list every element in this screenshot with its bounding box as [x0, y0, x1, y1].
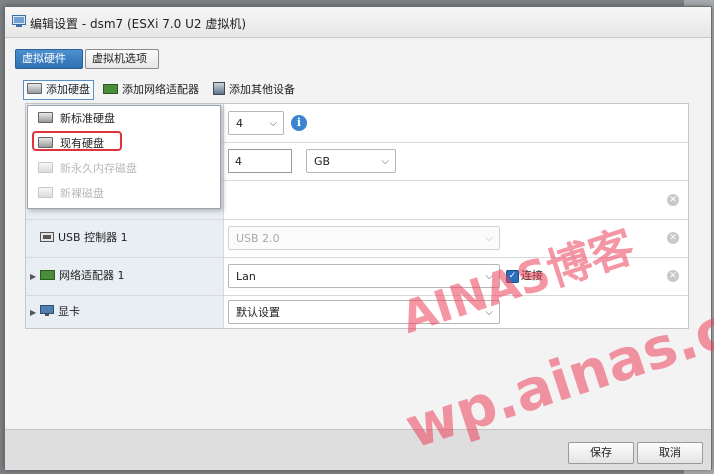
disk-icon [27, 83, 42, 94]
disk-icon [38, 187, 53, 198]
video-card-row: ▶ 显卡 默认设置 ⌵ [26, 296, 688, 328]
dialog-title: 编辑设置 - dsm7 (ESXi 7.0 U2 虚拟机) [30, 17, 247, 31]
chevron-down-icon: ⌵ [485, 233, 493, 244]
remove-icon[interactable]: ✕ [667, 194, 679, 206]
expand-caret-icon[interactable]: ▶ [30, 272, 36, 281]
cpu-value: 4 [236, 117, 243, 130]
memory-unit: GB [314, 155, 331, 168]
add-other-label: 添加其他设备 [229, 83, 295, 96]
memory-input[interactable]: 4 [228, 149, 292, 173]
menu-item-new-standard-disk[interactable]: 新标准硬盘 [28, 106, 218, 131]
network-icon [40, 270, 55, 280]
row-label-cell: USB 控制器 1 [26, 220, 224, 257]
tab-vm-options[interactable]: 虚拟机选项 [85, 49, 159, 69]
network-label-text: 网络适配器 1 [59, 269, 125, 282]
add-network-label: 添加网络适配器 [122, 83, 199, 96]
usb-type-select: USB 2.0 ⌵ [228, 226, 500, 250]
menu-item-label: 新永久内存磁盘 [60, 162, 137, 175]
video-value: 默认设置 [236, 306, 280, 319]
menu-item-label: 新标准硬盘 [60, 112, 115, 125]
video-card-label: 显卡 [40, 296, 80, 328]
add-disk-menu: 新标准硬盘 现有硬盘 新永久内存磁盘 新裸磁盘 [27, 105, 221, 209]
usb-value: USB 2.0 [236, 232, 280, 245]
menu-item-label: 新裸磁盘 [60, 187, 104, 200]
monitor-icon [40, 305, 54, 316]
chevron-down-icon: ⌵ [269, 118, 277, 129]
add-disk-button[interactable]: 添加硬盘 [23, 80, 94, 100]
video-label-text: 显卡 [58, 305, 80, 318]
network-icon [103, 84, 118, 94]
cancel-button[interactable]: 取消 [637, 442, 703, 464]
row-label-cell: ▶ 显卡 [26, 296, 224, 328]
dialog-footer: 保存 取消 [5, 429, 711, 470]
remove-icon[interactable]: ✕ [667, 232, 679, 244]
window-icon [12, 15, 26, 27]
cpu-select[interactable]: 4 ⌵ [228, 111, 284, 135]
network-adapter-label: 网络适配器 1 [40, 258, 125, 294]
memory-unit-select[interactable]: GB ⌵ [306, 149, 396, 173]
dialog-titlebar: 编辑设置 - dsm7 (ESXi 7.0 U2 虚拟机) [5, 7, 711, 38]
remove-icon[interactable]: ✕ [667, 270, 679, 282]
network-value: Lan [236, 270, 256, 283]
menu-item-new-raw-disk: 新裸磁盘 [28, 181, 218, 206]
add-other-device-button[interactable]: 添加其他设备 [213, 81, 295, 99]
info-icon[interactable]: i [291, 115, 307, 131]
save-button[interactable]: 保存 [568, 442, 634, 464]
add-disk-label: 添加硬盘 [46, 83, 90, 96]
disk-icon [38, 162, 53, 173]
tab-virtual-hardware[interactable]: 虚拟硬件 [15, 49, 83, 69]
row-label-cell: ▶ 网络适配器 1 [26, 258, 224, 295]
add-network-adapter-button[interactable]: 添加网络适配器 [103, 81, 199, 99]
expand-caret-icon[interactable]: ▶ [30, 308, 36, 317]
usb-icon [40, 232, 54, 242]
disk-icon [38, 112, 53, 123]
device-icon [213, 82, 225, 95]
chevron-down-icon: ⌵ [381, 156, 389, 167]
usb-label-text: USB 控制器 1 [58, 231, 128, 244]
usb-controller-label: USB 控制器 1 [40, 220, 128, 256]
highlight-box [32, 131, 122, 151]
menu-item-new-pmem-disk: 新永久内存磁盘 [28, 156, 218, 181]
